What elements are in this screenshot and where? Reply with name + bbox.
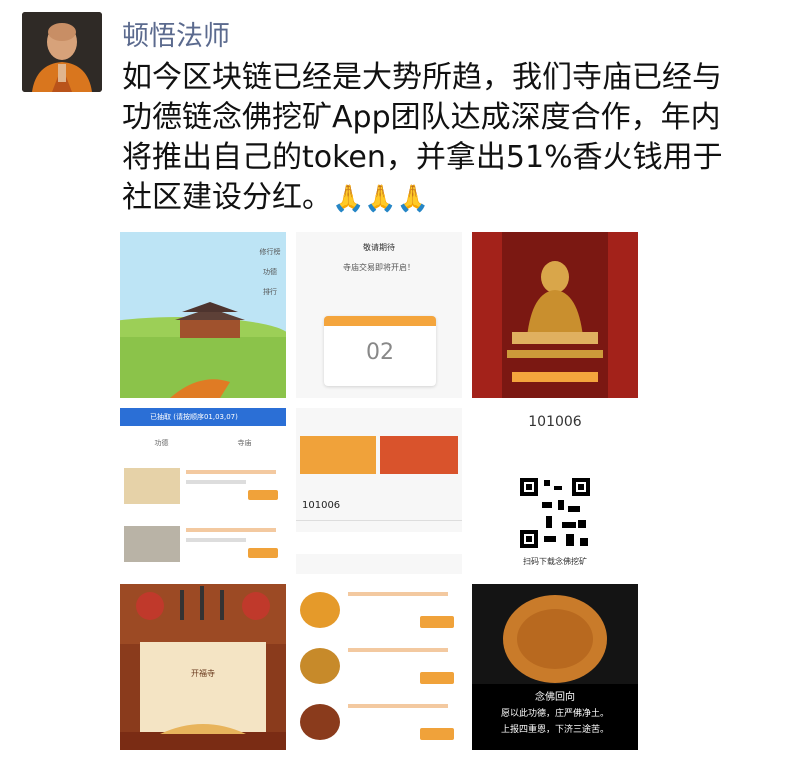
item-text-placeholder — [186, 538, 246, 542]
tab-merit[interactable]: 功德 — [120, 438, 203, 448]
tab-temple[interactable]: 寺庙 — [203, 438, 286, 448]
item-thumbnail — [124, 526, 180, 562]
item-text-placeholder — [348, 704, 448, 708]
item-text-placeholder — [348, 648, 448, 652]
stat-card-orange — [300, 436, 376, 474]
product-thumb-icon — [300, 648, 340, 684]
list-item[interactable] — [124, 526, 282, 562]
img2-title: 敬请期待 — [363, 243, 395, 252]
item-text-placeholder — [186, 528, 276, 532]
item-thumbnail — [124, 468, 180, 504]
author-avatar[interactable] — [22, 12, 102, 92]
product-thumb-icon — [300, 592, 340, 628]
monk-portrait-icon — [22, 12, 102, 92]
praying-hands-icon: 🙏🙏🙏 — [332, 184, 430, 214]
item-text-placeholder — [186, 470, 276, 474]
countdown-number: 02 — [366, 340, 394, 365]
side-item[interactable]: 修行榜 — [258, 242, 282, 262]
item-action-button[interactable] — [248, 490, 278, 500]
product-thumb-icon — [300, 704, 340, 740]
item-action-button[interactable] — [420, 672, 454, 684]
dedication-title: 念佛回向 — [535, 692, 575, 703]
altar-icon — [120, 584, 286, 750]
item-action-button[interactable] — [248, 548, 278, 558]
item-text-placeholder — [186, 480, 246, 484]
item-text-placeholder — [348, 592, 448, 596]
post-line: 将推出自己的token，并拿出51%香火钱用于 — [122, 140, 723, 175]
list-item[interactable] — [124, 468, 282, 504]
image-6[interactable]: 101006 扫码下载念佛挖矿 — [472, 408, 638, 574]
author-name[interactable]: 顿悟法师 — [122, 14, 230, 53]
image-5[interactable]: 101006 — [296, 408, 462, 574]
countdown-card: 02 — [324, 316, 436, 386]
item-action-button[interactable] — [420, 616, 454, 628]
side-item[interactable]: 功德 — [258, 262, 282, 282]
post-text: 如今区块链已经是大势所趋，我们寺庙已经与 功德链念佛挖矿App团队达成深度合作，… — [122, 58, 782, 219]
item-action-button[interactable] — [420, 728, 454, 740]
post-line: 功德链念佛挖矿App团队达成深度合作，年内 — [122, 100, 721, 135]
list-item[interactable] — [300, 588, 458, 634]
image-9[interactable]: 念佛回向 愿以此功德，庄严佛净土。 上报四重恩，下济三途苦。 — [472, 584, 638, 750]
qr-caption: 扫码下载念佛挖矿 — [523, 557, 587, 566]
post-line: 社区建设分红。🙏🙏🙏 — [122, 178, 782, 219]
img4-banner: 已抽取 (请按顺序01,03,07) — [120, 408, 286, 426]
img2-subtitle: 寺庙交易即将开启！ — [343, 263, 415, 272]
qr-number: 101006 — [528, 414, 582, 430]
image-8[interactable] — [296, 584, 462, 750]
list-item[interactable] — [300, 700, 458, 746]
image-4[interactable]: 已抽取 (请按顺序01,03,07) 功德 寺庙 — [120, 408, 286, 574]
dedication-line: 上报四重恩，下济三途苦。 — [500, 725, 609, 735]
image-1[interactable]: 修行榜 功德 排行 — [120, 232, 286, 398]
post-line: 如今区块链已经是大势所趋，我们寺庙已经与 — [122, 60, 722, 95]
invite-code: 101006 — [302, 500, 341, 511]
side-item[interactable]: 排行 — [258, 282, 282, 302]
image-2[interactable]: 敬请期待 寺庙交易即将开启！ 02 — [296, 232, 462, 398]
qr-code-icon — [518, 476, 592, 550]
menu-row[interactable] — [296, 532, 462, 554]
buddha-statue-icon — [472, 232, 638, 398]
image-3[interactable] — [472, 232, 638, 398]
dedication-line: 愿以此功德，庄严佛净土。 — [500, 709, 609, 719]
list-item[interactable] — [300, 644, 458, 690]
stat-card-red — [380, 436, 458, 474]
altar-card-title: 开福寺 — [191, 669, 215, 678]
image-7[interactable]: 开福寺 — [120, 584, 286, 750]
